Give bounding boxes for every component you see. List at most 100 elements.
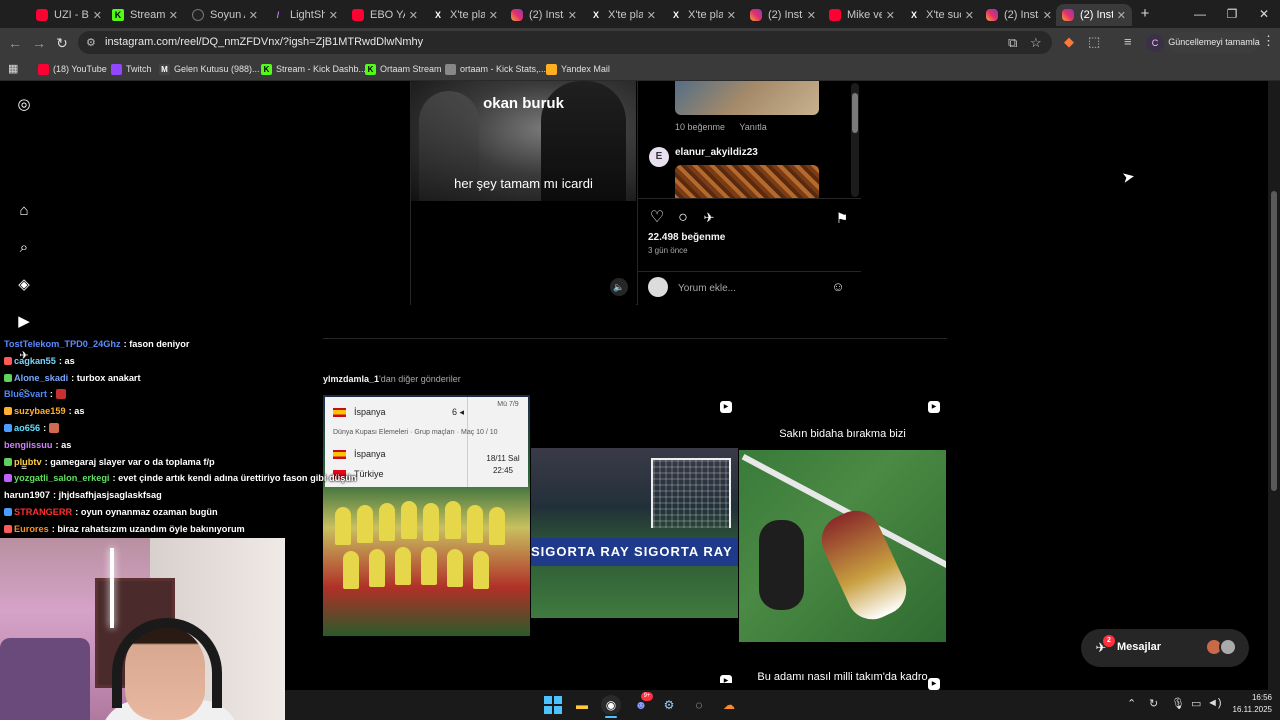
browser-tab[interactable]: (2) Insta ✕ xyxy=(1056,4,1132,26)
home-icon[interactable]: ⌂ xyxy=(14,201,34,221)
reply-link[interactable]: Yanıtla xyxy=(739,122,766,132)
network-icon[interactable]: ▭ xyxy=(1191,697,1201,710)
scrollbar-thumb[interactable] xyxy=(852,93,858,133)
minimize-button[interactable]: — xyxy=(1184,0,1216,28)
bookmark-ortaam-stream[interactable]: K Ortaam Stream xyxy=(365,62,442,76)
reel-video[interactable]: okan buruk her şey tamam mı icardi 🔈 xyxy=(411,81,636,305)
close-tab-icon[interactable]: ✕ xyxy=(1043,9,1052,22)
close-tab-icon[interactable]: ✕ xyxy=(807,9,816,22)
browser-tab[interactable]: X X'te plat ✕ xyxy=(426,4,504,26)
address-bar[interactable]: ⚙ instagram.com/reel/DQ_nmZFDVnx/?igsh=Z… xyxy=(78,31,1052,54)
reload-button[interactable]: ↻ xyxy=(53,34,71,52)
close-tab-icon[interactable]: ✕ xyxy=(965,9,974,22)
grid-post[interactable]: ▶ SIGORTA RAY SIGORTA RAY ▶ xyxy=(531,395,738,683)
comment-input[interactable] xyxy=(678,281,818,295)
browser-tab[interactable]: X X'te sucl ✕ xyxy=(902,4,980,26)
reels-icon[interactable]: ▶ xyxy=(14,312,34,332)
install-app-icon[interactable]: ⧉ xyxy=(1008,35,1017,51)
close-tab-icon[interactable]: ✕ xyxy=(329,9,338,22)
comment-image[interactable] xyxy=(675,165,819,198)
menu-icon[interactable]: ⋮ xyxy=(1262,33,1275,49)
post-time[interactable]: 3 gün önce xyxy=(648,246,688,255)
close-tab-icon[interactable]: ✕ xyxy=(249,9,258,22)
bookmark-kick-stats[interactable]: ortaam - Kick Stats,... xyxy=(445,62,546,76)
comment-icon[interactable]: ○ xyxy=(674,209,692,227)
apps-grid-icon[interactable]: ▦ xyxy=(8,62,18,75)
explore-icon[interactable]: ◈ xyxy=(14,275,34,295)
volume-icon[interactable]: 🔈 xyxy=(610,278,628,296)
close-tab-icon[interactable]: ✕ xyxy=(568,9,577,22)
chat-badge-icon xyxy=(4,508,12,516)
comment-like-count[interactable]: 10 beğenme xyxy=(675,122,725,132)
save-icon[interactable]: ⚑ xyxy=(833,209,851,227)
cloud-app-icon[interactable]: ☁ xyxy=(719,695,739,715)
close-window-button[interactable]: ✕ xyxy=(1248,0,1280,28)
bookmark-gmail[interactable]: M Gelen Kutusu (988)... xyxy=(159,62,260,76)
match-photo xyxy=(739,450,946,642)
site-info-icon[interactable]: ⚙ xyxy=(86,36,99,49)
page-scrollbar[interactable] xyxy=(1268,81,1280,690)
chat-username: ao656 xyxy=(14,423,41,433)
update-button[interactable]: Güncellemeyi tamamla xyxy=(1168,32,1260,53)
grid-post[interactable]: ▶ Sakın bidaha bırakma bizi Bu adamı nas… xyxy=(739,395,946,690)
bookmark-kick-dashboard[interactable]: K Stream - Kick Dashb... xyxy=(261,62,366,76)
app-icon[interactable]: ◌ xyxy=(689,695,709,715)
bookmark-youtube[interactable]: (18) YouTube xyxy=(38,62,107,76)
steam-icon[interactable]: ⚙ xyxy=(659,695,679,715)
browser-tab[interactable]: (2) Insta ✕ xyxy=(980,4,1058,26)
file-explorer-icon[interactable]: ▬ xyxy=(572,695,592,715)
close-tab-icon[interactable]: ✕ xyxy=(647,9,656,22)
chrome-icon[interactable]: ◉ xyxy=(601,695,621,715)
share-icon[interactable]: ✈ xyxy=(700,209,718,227)
forward-button[interactable]: → xyxy=(30,34,48,52)
bookmark-twitch[interactable]: Twitch xyxy=(111,62,152,76)
extension-icon[interactable]: ◆ xyxy=(1064,34,1074,50)
grid-post[interactable]: İspanya 6 ◂ Mü 7/9 Dünya Kupası Elemeler… xyxy=(323,395,530,636)
close-tab-icon[interactable]: ✕ xyxy=(169,9,178,22)
close-tab-icon[interactable]: ✕ xyxy=(409,9,418,22)
browser-tab[interactable]: X X'te plat ✕ xyxy=(664,4,742,26)
match-photo: SIGORTA RAY SIGORTA RAY xyxy=(531,448,738,618)
browser-tab[interactable]: X X'te plat ✕ xyxy=(584,4,662,26)
browser-tab[interactable]: Soyun A ✕ xyxy=(186,4,264,26)
new-tab-button[interactable]: + xyxy=(1136,5,1154,23)
avatar[interactable]: E xyxy=(649,147,669,167)
media-control-icon[interactable]: ≡ xyxy=(1124,34,1132,49)
browser-tab[interactable]: Mike ve ✕ xyxy=(823,4,901,26)
browser-tab[interactable]: UZI - BA ✕ xyxy=(30,4,108,26)
browser-tab[interactable]: (2) Insta ✕ xyxy=(744,4,822,26)
comment-image[interactable] xyxy=(675,81,819,115)
bookmark-star-icon[interactable]: ☆ xyxy=(1030,35,1042,51)
taskbar-clock[interactable]: 16:56 16.11.2025 xyxy=(1228,692,1272,716)
close-tab-icon[interactable]: ✕ xyxy=(93,9,102,22)
tray-app-icon[interactable]: ↻ xyxy=(1149,697,1158,710)
like-count[interactable]: 22.498 beğenme xyxy=(648,232,725,243)
scrollbar-thumb[interactable] xyxy=(1271,191,1277,491)
close-tab-icon[interactable]: ✕ xyxy=(727,9,736,22)
close-tab-icon[interactable]: ✕ xyxy=(1117,9,1126,22)
comments-scrollbar[interactable] xyxy=(851,83,859,197)
back-button[interactable]: ← xyxy=(6,34,24,52)
extensions-puzzle-icon[interactable]: ⬚ xyxy=(1088,34,1100,50)
browser-tab[interactable]: (2) Insta ✕ xyxy=(505,4,583,26)
instagram-logo-icon[interactable]: ◎ xyxy=(14,95,34,115)
comment-username[interactable]: elanur_akyildiz23 xyxy=(675,147,758,158)
maximize-button[interactable]: ❐ xyxy=(1216,0,1248,28)
volume-tray-icon[interactable]: ◄) xyxy=(1207,697,1222,709)
like-icon[interactable]: ♡ xyxy=(648,209,666,227)
profile-avatar[interactable]: C xyxy=(1146,34,1164,52)
browser-tab[interactable]: / LightSh ✕ xyxy=(266,4,344,26)
close-tab-icon[interactable]: ✕ xyxy=(886,9,895,22)
tray-expand-icon[interactable]: ⌃ xyxy=(1127,697,1136,710)
messages-button[interactable]: ✈ 2 Mesajlar xyxy=(1081,629,1249,667)
url-text[interactable]: instagram.com/reel/DQ_nmZFDVnx/?igsh=ZjB… xyxy=(105,36,423,48)
bookmark-yandex-mail[interactable]: Yandex Mail xyxy=(546,62,610,76)
search-icon[interactable]: ⌕ xyxy=(14,238,34,258)
emoji-icon[interactable]: ☺ xyxy=(830,279,846,295)
windows-start-icon[interactable] xyxy=(543,695,563,715)
browser-tab[interactable]: K Stream - ✕ xyxy=(106,4,184,26)
chat-badge-icon xyxy=(4,474,12,483)
close-tab-icon[interactable]: ✕ xyxy=(489,9,498,22)
microphone-icon[interactable]: 🎙 xyxy=(1171,697,1185,710)
browser-tab[interactable]: EBO YAL ✕ xyxy=(346,4,424,26)
